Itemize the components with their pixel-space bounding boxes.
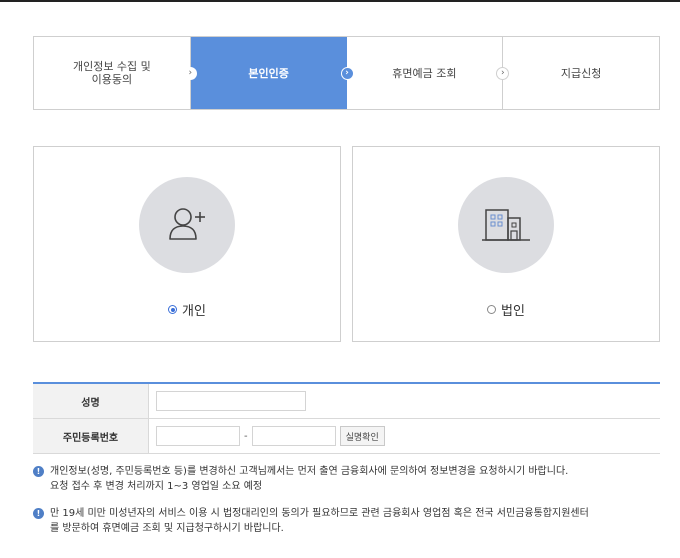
top-divider	[0, 0, 680, 2]
notice-minor: ! 만 19세 미만 미성년자의 서비스 이용 시 법정대리인의 동의가 필요하…	[33, 506, 673, 536]
step-payment-request: 지급신청	[503, 37, 659, 109]
name-cell	[149, 384, 660, 418]
name-label: 성명	[33, 384, 149, 418]
corporate-icon-circle	[458, 177, 554, 273]
corporate-label: 법인	[501, 304, 525, 319]
corporate-option-card[interactable]: 법인	[352, 146, 660, 342]
notice-line: 를 방문하여 휴면예금 조회 및 지급청구하시기 바랍니다.	[50, 523, 284, 534]
notice-info-change: ! 개인정보(성명, 주민등록번호 등)를 변경하신 고객님께서는 먼저 출연 …	[33, 464, 673, 494]
individual-radio-row[interactable]: 개인	[34, 300, 340, 319]
rrn-cell: - 실명확인	[149, 419, 660, 453]
info-icon: !	[33, 466, 44, 477]
step-consent-label: 개인정보 수집 및 이용동의	[72, 60, 151, 86]
notice-line: 요청 접수 후 변경 처리까지 1~3 영업일 소요 예정	[50, 481, 263, 492]
step-inquiry-label: 휴면예금 조회	[392, 66, 457, 80]
info-icon: !	[33, 508, 44, 519]
chevron-right-icon: ›	[183, 67, 197, 80]
step-consent: 개인정보 수집 및 이용동의 ›	[34, 37, 197, 109]
individual-label: 개인	[182, 304, 206, 319]
rrn-label: 주민등록번호	[33, 419, 149, 453]
corporate-radio[interactable]	[487, 305, 497, 314]
rrn-front-input[interactable]	[156, 426, 240, 446]
user-add-icon	[169, 208, 205, 240]
building-icon	[482, 209, 530, 241]
individual-radio[interactable]	[168, 305, 178, 314]
step-payment-label: 지급신청	[560, 66, 602, 80]
rrn-separator: -	[244, 430, 248, 442]
identity-form: 성명 주민등록번호 - 실명확인	[33, 382, 660, 454]
step-verification: 본인인증 ›	[190, 37, 354, 109]
individual-icon-circle	[139, 177, 235, 273]
notice-text: 개인정보(성명, 주민등록번호 등)를 변경하신 고객님께서는 먼저 출연 금융…	[50, 464, 568, 494]
name-row: 성명	[33, 384, 660, 419]
step-inquiry: 휴면예금 조회 ›	[346, 37, 510, 109]
individual-option-card[interactable]: 개인	[33, 146, 341, 342]
rrn-row: 주민등록번호 - 실명확인	[33, 419, 660, 454]
verify-name-button[interactable]: 실명확인	[339, 426, 385, 446]
notice-line: 만 19세 미만 미성년자의 서비스 이용 시 법정대리인의 동의가 필요하므로…	[50, 508, 589, 519]
progress-steps: 개인정보 수집 및 이용동의 › 본인인증 › 휴면예금 조회 › 지급신청	[33, 36, 660, 110]
name-input[interactable]	[156, 391, 306, 411]
chevron-right-icon: ›	[340, 67, 354, 80]
step-verification-label: 본인인증	[248, 66, 289, 80]
notice-line: 개인정보(성명, 주민등록번호 등)를 변경하신 고객님께서는 먼저 출연 금융…	[50, 466, 569, 477]
corporate-radio-row[interactable]: 법인	[353, 300, 659, 319]
notice-text: 만 19세 미만 미성년자의 서비스 이용 시 법정대리인의 동의가 필요하므로…	[50, 506, 589, 536]
rrn-back-input[interactable]	[251, 426, 336, 446]
